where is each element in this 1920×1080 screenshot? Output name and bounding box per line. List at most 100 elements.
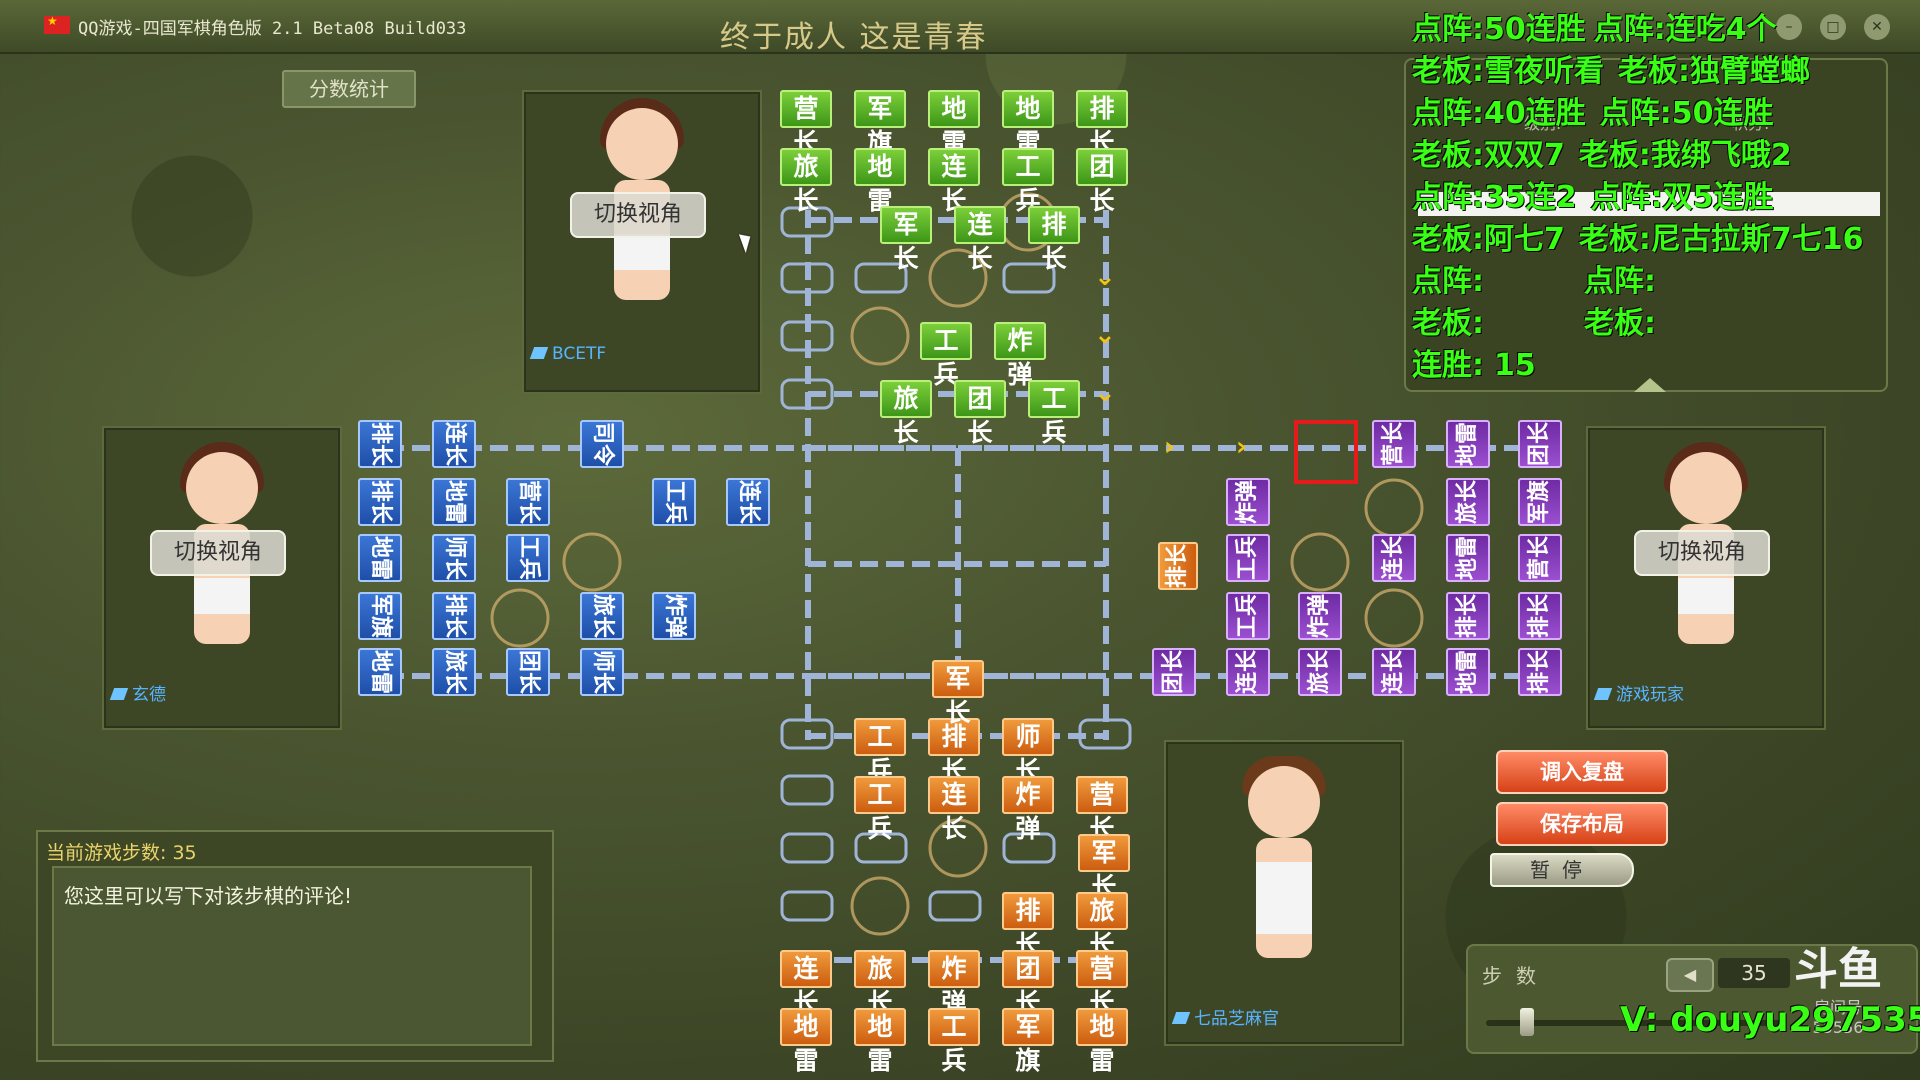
board-piece[interactable]: 工兵 — [854, 718, 906, 785]
board-piece[interactable]: 地雷 — [1076, 1008, 1128, 1075]
board-piece[interactable]: 排长 — [1028, 206, 1080, 273]
selected-cell-highlight[interactable] — [1294, 420, 1358, 484]
board-piece[interactable]: 工兵 — [652, 478, 696, 526]
score-stats-button[interactable]: 分数统计 — [282, 70, 416, 108]
board-piece[interactable]: 地雷 — [432, 478, 476, 526]
board-piece[interactable]: 军长 — [932, 660, 984, 727]
board-piece[interactable]: 军旗 — [1518, 478, 1562, 526]
board-piece[interactable]: 地雷 — [1446, 648, 1490, 696]
board-piece[interactable]: 师长 — [580, 648, 624, 696]
top-switch-view-button[interactable]: 切换视角 — [570, 192, 706, 238]
board-piece[interactable]: 连长 — [726, 478, 770, 526]
board-piece[interactable]: 排长 — [358, 478, 402, 526]
board-piece[interactable]: 炸弹 — [1226, 478, 1270, 526]
save-layout-button[interactable]: 保存布局 — [1496, 802, 1668, 846]
pause-button[interactable]: 暂停 — [1490, 853, 1634, 887]
board-piece[interactable]: 排长 — [1518, 648, 1562, 696]
board-piece[interactable]: 炸弹 — [994, 322, 1046, 389]
board-piece[interactable]: 旅长 — [432, 648, 476, 696]
board-piece[interactable]: 军旗 — [854, 90, 906, 157]
board-piece[interactable]: 连长 — [1372, 534, 1416, 582]
board-piece[interactable]: 连长 — [780, 950, 832, 1017]
board-piece[interactable]: 地雷 — [780, 1008, 832, 1075]
step-slider-thumb[interactable] — [1520, 1008, 1534, 1036]
board-piece[interactable]: 连长 — [954, 206, 1006, 273]
board-piece[interactable]: 团长 — [1152, 648, 1196, 696]
board-piece[interactable]: 连长 — [432, 420, 476, 468]
board-piece[interactable]: 工兵 — [1226, 534, 1270, 582]
load-replay-button[interactable]: 调入复盘 — [1496, 750, 1668, 794]
board-piece[interactable]: 排长 — [1446, 592, 1490, 640]
board-piece[interactable]: 炸弹 — [1002, 776, 1054, 843]
board-piece[interactable]: 地雷 — [358, 648, 402, 696]
board-piece[interactable]: 炸弹 — [928, 950, 980, 1017]
board-piece[interactable]: 地雷 — [1446, 420, 1490, 468]
board-piece[interactable]: 排长 — [432, 592, 476, 640]
board-piece[interactable]: 工兵 — [928, 1008, 980, 1075]
board-piece[interactable]: 司令 — [580, 420, 624, 468]
board-piece[interactable]: 团长 — [954, 380, 1006, 447]
board-piece[interactable]: 旅长 — [580, 592, 624, 640]
board-piece[interactable]: 旅长 — [854, 950, 906, 1017]
board-piece[interactable]: 营长 — [1076, 776, 1128, 843]
comment-textarea[interactable]: 您这里可以写下对该步棋的评论! — [52, 866, 532, 1046]
board-piece[interactable]: 旅长 — [780, 148, 832, 215]
board-piece[interactable]: 排长 — [1002, 892, 1054, 959]
board-piece[interactable]: 军长 — [1078, 834, 1130, 901]
board-piece[interactable]: 排长 — [1518, 592, 1562, 640]
board-piece[interactable]: 地雷 — [854, 148, 906, 215]
minimize-icon[interactable]: – — [1776, 14, 1802, 40]
overlay-line: 点阵:40连胜 点阵:50连胜 — [1412, 96, 1774, 131]
overlay-line: 老板:双双7 老板:我绑飞哦2 — [1412, 138, 1792, 173]
board-piece[interactable]: 炸弹 — [652, 592, 696, 640]
board-piece[interactable]: 旅长 — [880, 380, 932, 447]
board-piece[interactable]: 炸弹 — [1298, 592, 1342, 640]
board-piece[interactable]: 连长 — [928, 776, 980, 843]
board-piece[interactable]: 营长 — [506, 478, 550, 526]
bottom-player-panel: 七品芝麻官 — [1164, 740, 1404, 1046]
overlay-line: 老板:阿七7 老板:尼古拉斯7七16 — [1412, 222, 1864, 257]
board-piece[interactable]: 团长 — [1002, 950, 1054, 1017]
board-piece[interactable]: 军旗 — [358, 592, 402, 640]
right-switch-view-button[interactable]: 切换视角 — [1634, 530, 1770, 576]
board-piece[interactable]: 排长 — [1076, 90, 1128, 157]
board-piece[interactable]: 军旗 — [1002, 1008, 1054, 1075]
board-piece[interactable]: 工兵 — [920, 322, 972, 389]
board-piece[interactable]: 旅长 — [1446, 478, 1490, 526]
board-piece[interactable]: 旅长 — [1076, 892, 1128, 959]
board-piece[interactable]: 地雷 — [928, 90, 980, 157]
diamond-icon — [109, 688, 129, 700]
board-piece[interactable]: 团长 — [1076, 148, 1128, 215]
board-piece[interactable]: 团长 — [1518, 420, 1562, 468]
board-piece[interactable]: 地雷 — [1002, 90, 1054, 157]
board-piece[interactable]: 工兵 — [506, 534, 550, 582]
left-switch-view-button[interactable]: 切换视角 — [150, 530, 286, 576]
board-piece[interactable]: 旅长 — [1298, 648, 1342, 696]
board-piece[interactable]: 营长 — [780, 90, 832, 157]
board-piece[interactable]: 营长 — [1518, 534, 1562, 582]
board-piece[interactable]: 营长 — [1372, 420, 1416, 468]
board-piece[interactable]: 工兵 — [854, 776, 906, 843]
board-piece[interactable]: 工兵 — [1028, 380, 1080, 447]
board-piece[interactable]: 连长 — [1372, 648, 1416, 696]
board-piece[interactable]: 地雷 — [854, 1008, 906, 1075]
board-piece[interactable]: 团长 — [506, 648, 550, 696]
board-piece[interactable]: 师长 — [432, 534, 476, 582]
maximize-icon[interactable]: □ — [1820, 14, 1846, 40]
board-piece[interactable]: 军长 — [880, 206, 932, 273]
board-piece[interactable]: 营长 — [1076, 950, 1128, 1017]
move-arrow-icon: › — [1236, 432, 1247, 462]
collapse-arrow-icon[interactable] — [1634, 378, 1666, 392]
board-piece[interactable]: 地雷 — [358, 534, 402, 582]
overlay-line: 点阵: 点阵: — [1412, 264, 1656, 299]
board-piece[interactable]: 排长 — [1158, 542, 1198, 590]
board-piece[interactable]: 工兵 — [1002, 148, 1054, 215]
board-piece[interactable]: 连长 — [1226, 648, 1270, 696]
board-piece[interactable]: 连长 — [928, 148, 980, 215]
prev-step-icon[interactable]: ◀ — [1666, 958, 1714, 992]
board-piece[interactable]: 地雷 — [1446, 534, 1490, 582]
close-icon[interactable]: ✕ — [1864, 14, 1890, 40]
board-piece[interactable]: 排长 — [358, 420, 402, 468]
board-piece[interactable]: 师长 — [1002, 718, 1054, 785]
board-piece[interactable]: 工兵 — [1226, 592, 1270, 640]
